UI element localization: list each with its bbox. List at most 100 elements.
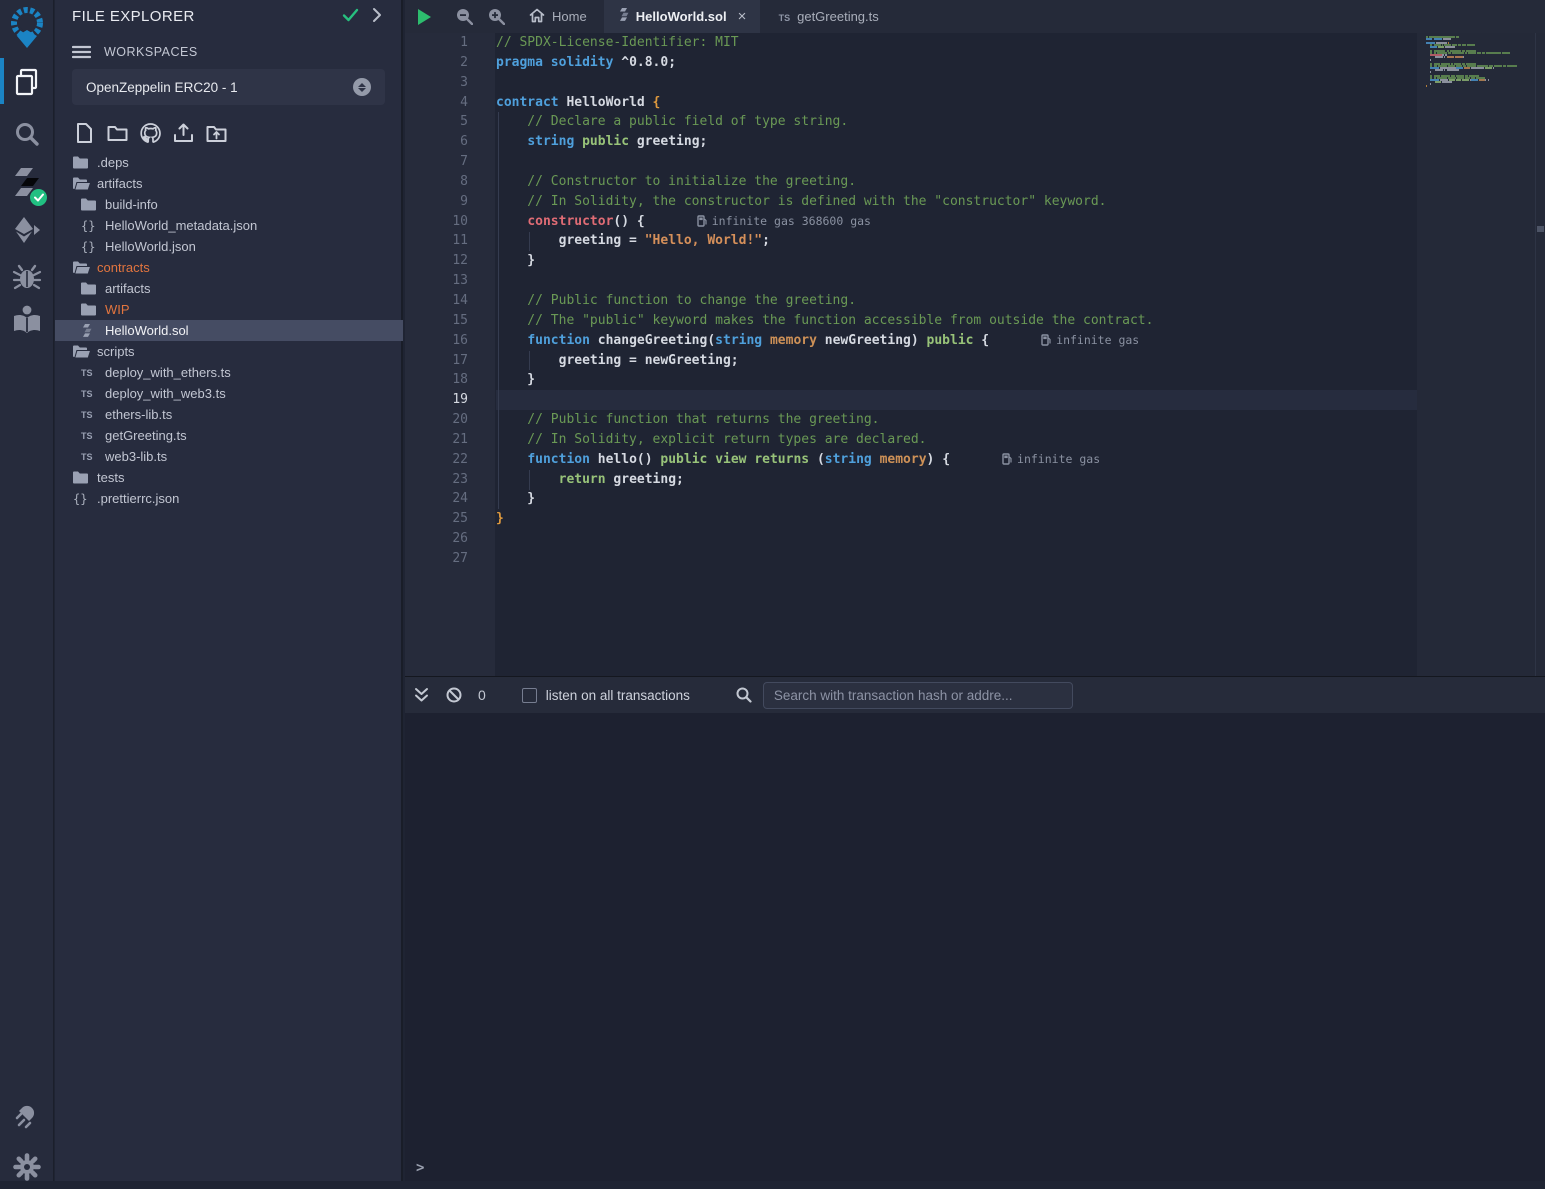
tree-item--deps[interactable]: .deps	[55, 152, 403, 173]
editor-gutter: 1234567891011121314151617181920212223242…	[405, 33, 495, 676]
code-line-25: }	[496, 509, 1507, 529]
sidebar-item-settings[interactable]	[0, 1145, 54, 1189]
new-folder-icon[interactable]	[105, 122, 129, 144]
home-icon	[529, 8, 545, 26]
tree-item-web3-lib-ts[interactable]: TS web3-lib.ts	[55, 446, 403, 467]
panel-expand-icon[interactable]	[371, 7, 383, 28]
line-number: 16	[405, 331, 495, 351]
ban-icon	[446, 687, 462, 703]
code-area[interactable]: // SPDX-License-Identifier: MITpragma so…	[496, 33, 1507, 676]
minimap-column[interactable]	[1417, 33, 1535, 676]
line-number: 2	[405, 53, 495, 73]
tree-item-getgreeting-ts[interactable]: TSgetGreeting.ts	[55, 425, 403, 446]
run-script-button[interactable]	[409, 0, 439, 33]
tree-item-tests[interactable]: tests	[55, 467, 403, 488]
terminal-collapse-button[interactable]	[414, 687, 429, 703]
folder-icon	[73, 471, 93, 484]
code-line-14: // Public function to change the greetin…	[496, 291, 1507, 311]
tree-item-wip[interactable]: WIP	[55, 299, 403, 320]
terminal-clear-button[interactable]	[446, 687, 462, 703]
workspace-selected-value: OpenZeppelin ERC20 - 1	[86, 80, 353, 95]
workspace-select[interactable]: OpenZeppelin ERC20 - 1	[72, 69, 385, 105]
tree-item-deploy-with-ethers-ts[interactable]: TSdeploy_with_ethers.ts	[55, 362, 403, 383]
sidebar-item-plugin-manager[interactable]	[0, 1095, 54, 1139]
deploy-run-icon	[12, 215, 42, 245]
close-icon[interactable]: ×	[738, 8, 747, 25]
sidebar-item-deploy-run[interactable]	[0, 208, 54, 252]
zoom-out-button[interactable]	[449, 0, 479, 33]
code-line-21: // In Solidity, explicit return types ar…	[496, 430, 1507, 450]
tree-item--prettierrc-json[interactable]: {}.prettierrc.json	[55, 488, 403, 509]
folder-icon	[73, 156, 93, 169]
tree-item-helloworld-sol[interactable]: HelloWorld.sol	[55, 320, 403, 341]
ts-icon: TS	[81, 368, 101, 378]
gas-estimate-annotation: infinite gas	[1041, 331, 1139, 351]
upload-file-icon[interactable]	[171, 122, 195, 144]
terminal-prompt: >	[416, 1160, 424, 1176]
line-number: 3	[405, 73, 495, 93]
tree-item-ethers-lib-ts[interactable]: TSethers-lib.ts	[55, 404, 403, 425]
gas-pump-icon	[697, 215, 707, 227]
sidebar-item-solidity-unit-testing[interactable]	[0, 298, 54, 342]
tree-item-helloworld-metadata-json[interactable]: {}HelloWorld_metadata.json	[55, 215, 403, 236]
tree-item-label: WIP	[105, 302, 130, 317]
sidebar-item-solidity-compiler[interactable]	[0, 160, 54, 208]
code-line-2: pragma solidity ^0.8.0;	[496, 53, 1507, 73]
indent-guide	[529, 232, 530, 252]
sidebar-item-file-explorer[interactable]	[0, 60, 54, 104]
tree-item-scripts[interactable]: scripts	[55, 341, 403, 362]
line-number: 26	[405, 529, 495, 549]
line-number: 22	[405, 450, 495, 470]
tree-item-label: HelloWorld.json	[105, 239, 196, 254]
tree-item-label: web3-lib.ts	[105, 449, 167, 464]
transaction-search-input[interactable]	[763, 682, 1073, 709]
workspaces-menu-icon[interactable]	[72, 45, 91, 64]
line-number: 27	[405, 549, 495, 569]
editor-pane: HomeHelloWorld.sol×TSgetGreeting.ts 1234…	[405, 0, 1545, 1181]
tree-item-label: scripts	[97, 344, 135, 359]
code-editor[interactable]: 1234567891011121314151617181920212223242…	[405, 33, 1545, 676]
tree-item-label: deploy_with_web3.ts	[105, 386, 226, 401]
tree-item-build-info[interactable]: build-info	[55, 194, 403, 215]
sidebar-item-search[interactable]	[0, 112, 54, 156]
debugger-icon	[12, 263, 42, 291]
tab-helloworld-sol[interactable]: HelloWorld.sol×	[604, 0, 761, 33]
sidebar-item-debugger[interactable]	[0, 255, 54, 299]
tree-item-artifacts[interactable]: artifacts	[55, 173, 403, 194]
check-icon	[34, 193, 44, 202]
ts-icon: TS	[81, 410, 101, 420]
code-line-15: // The "public" keyword makes the functi…	[496, 311, 1507, 331]
github-icon[interactable]	[138, 122, 162, 144]
code-line-12: }	[496, 251, 1507, 271]
line-number: 15	[405, 311, 495, 331]
tab-bar: HomeHelloWorld.sol×TSgetGreeting.ts	[405, 0, 1545, 33]
code-line-13	[496, 271, 1507, 291]
file-tree: .depsartifactsbuild-info{}HelloWorld_met…	[55, 152, 403, 509]
ts-icon: TS	[81, 452, 101, 462]
line-number: 24	[405, 489, 495, 509]
tree-item-contracts[interactable]: contracts	[55, 257, 403, 278]
workspace-ok-icon	[342, 8, 359, 27]
sol-icon	[618, 8, 629, 25]
line-number: 10	[405, 212, 495, 232]
upload-folder-icon[interactable]	[204, 122, 228, 144]
new-file-icon[interactable]	[72, 122, 96, 144]
scrollbar-thumb[interactable]	[1537, 226, 1544, 232]
gas-pump-icon	[1002, 453, 1012, 465]
line-number: 6	[405, 132, 495, 152]
editor-scrollbar[interactable]	[1535, 33, 1545, 676]
remix-logo[interactable]	[0, 2, 54, 52]
folder-icon	[81, 303, 101, 316]
code-line-24: }	[496, 489, 1507, 509]
tab-home[interactable]: Home	[515, 0, 601, 33]
tree-item-deploy-with-web3-ts[interactable]: TSdeploy_with_web3.ts	[55, 383, 403, 404]
tab-getgreeting-ts[interactable]: TSgetGreeting.ts	[765, 0, 893, 33]
zoom-in-button[interactable]	[481, 0, 511, 33]
listen-transactions-checkbox[interactable]	[522, 688, 537, 703]
tree-item-label: artifacts	[105, 281, 151, 296]
tree-item-helloworld-json[interactable]: {} HelloWorld.json	[55, 236, 403, 257]
run-icon	[416, 8, 432, 26]
braces-icon: {}	[81, 240, 101, 254]
terminal-output[interactable]: >	[405, 713, 1545, 1181]
tree-item-artifacts[interactable]: artifacts	[55, 278, 403, 299]
